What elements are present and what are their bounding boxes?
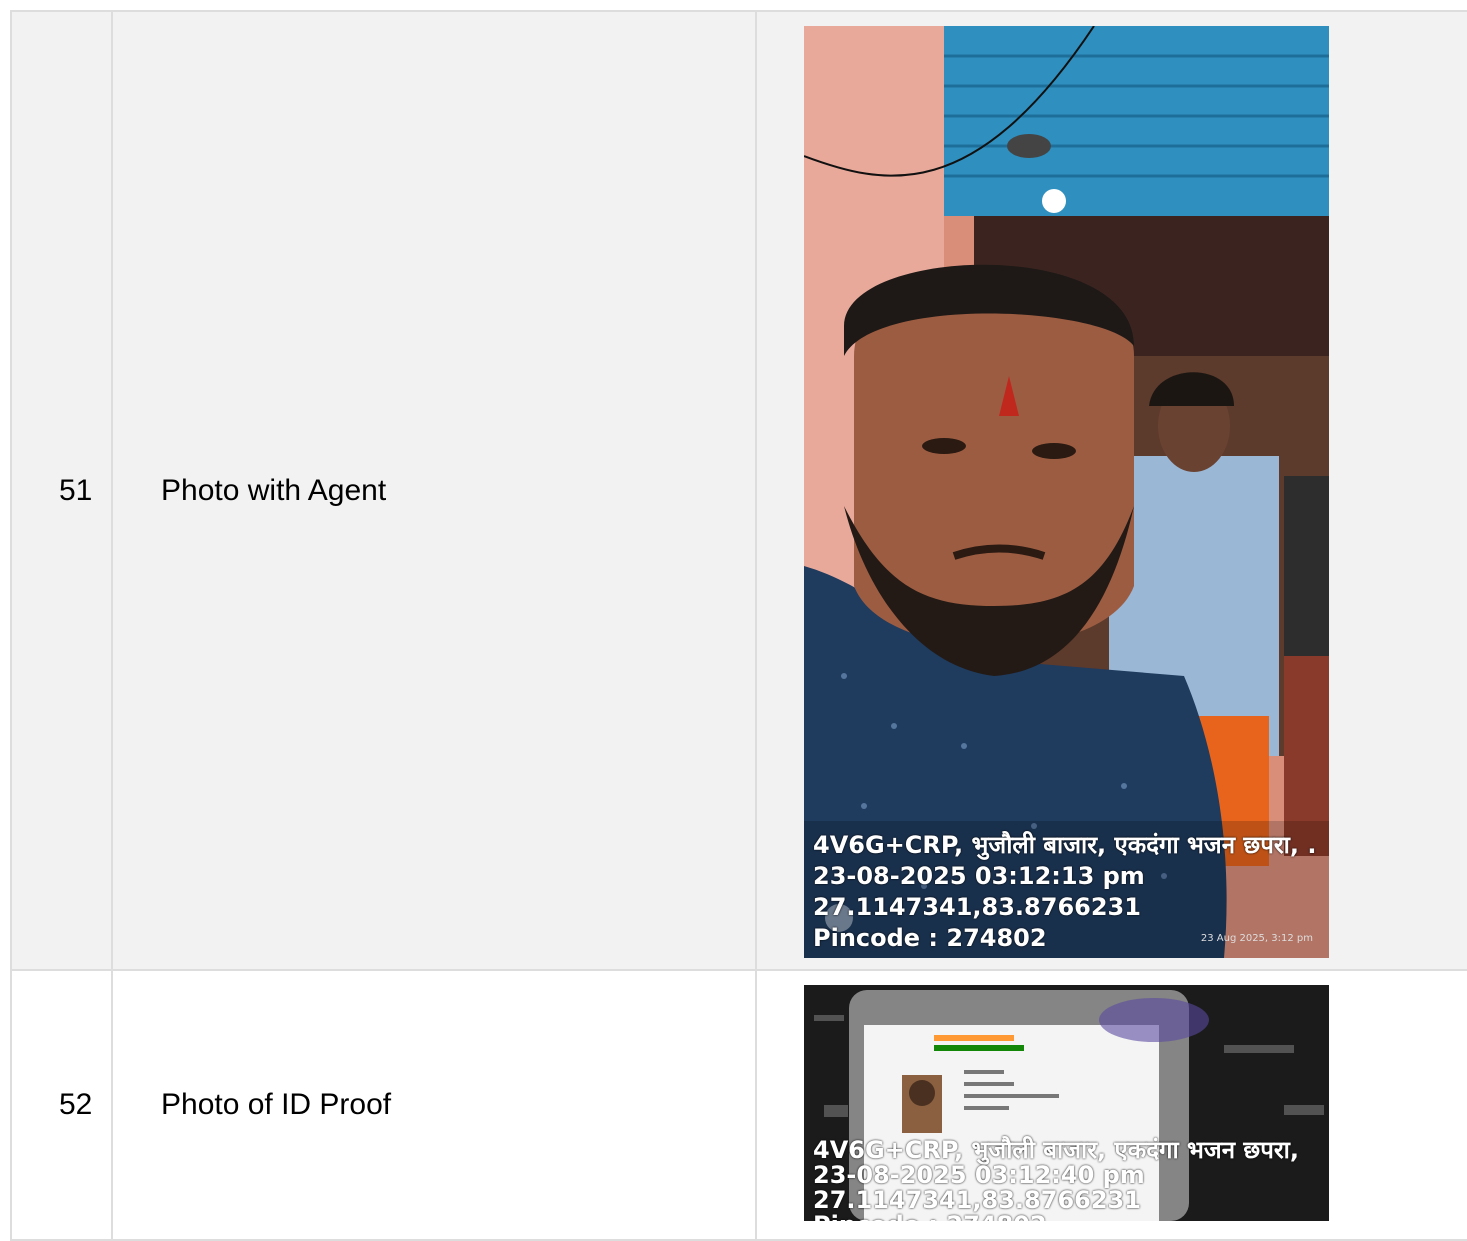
geo-coordinates: 27.1147341,83.8766231 bbox=[813, 892, 1141, 921]
id-proof-photo[interactable]: 4V6G+CRP, भुजौली बाजार, एकदंगा भजन छपरा,… bbox=[804, 985, 1329, 1221]
table-row: 52 Photo of ID Proof 4V6G+CRP, भुजौली बा… bbox=[10, 969, 1467, 1241]
row-number: 52 bbox=[10, 969, 113, 1241]
geo-address: 4V6G+CRP, भुजौली बाजार, एकदंगा भजन छपरा, bbox=[813, 1136, 1299, 1164]
geo-stamp: 4V6G+CRP, भुजौली बाजार, एकदंगा भजन छपरा,… bbox=[813, 1136, 1299, 1222]
row-label: Photo with Agent bbox=[111, 10, 757, 971]
geo-timestamp: 23-08-2025 03:12:13 pm bbox=[813, 861, 1145, 890]
table-row: 51 Photo with Agent 4V6G+CRP, भुजौली बाज… bbox=[10, 10, 1467, 971]
geo-timestamp: 23-08-2025 03:12:40 pm bbox=[813, 1161, 1145, 1189]
evidence-table: 51 Photo with Agent 4V6G+CRP, भुजौली बाज… bbox=[10, 10, 1467, 1241]
photo-cell: 4V6G+CRP, भुजौली बाजार, एकदंगा भजन छपरा,… bbox=[755, 10, 1467, 971]
agent-photo[interactable]: 4V6G+CRP, भुजौली बाजार, एकदंगा भजन छपरा,… bbox=[804, 25, 1329, 958]
photo-cell: 4V6G+CRP, भुजौली बाजार, एकदंगा भजन छपरा,… bbox=[755, 969, 1467, 1241]
report-sheet: 51 Photo with Agent 4V6G+CRP, भुजौली बाज… bbox=[10, 10, 1467, 1241]
geo-coordinates: 27.1147341,83.8766231 bbox=[813, 1186, 1141, 1214]
agent-photo-image bbox=[804, 25, 1329, 958]
row-label: Photo of ID Proof bbox=[111, 969, 757, 1241]
camera-watermark: 23 Aug 2025, 3:12 pm bbox=[1200, 932, 1313, 944]
geo-address: 4V6G+CRP, भुजौली बाजार, एकदंगा भजन छपरा,… bbox=[813, 830, 1317, 859]
row-number: 51 bbox=[10, 10, 113, 971]
geo-pincode: Pincode : 274802 bbox=[813, 1213, 1299, 1222]
